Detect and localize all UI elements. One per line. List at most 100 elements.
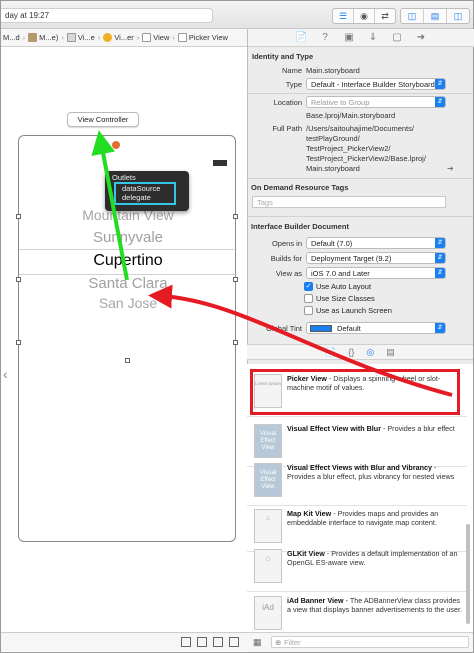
library-item-desc: - Provides a blur effect [381, 424, 455, 433]
builds-for-popup[interactable]: Deployment Target (9.2) ⇵ [306, 252, 446, 264]
pin-icon[interactable] [213, 637, 223, 647]
library-item-text: iAd Banner View - The ADBannerView class… [287, 596, 463, 614]
popup-arrow-icon: ⇵ [435, 268, 445, 278]
library-item-title: Visual Effect View with Blur [287, 424, 381, 433]
jumpbar-item[interactable]: View [140, 33, 171, 42]
view-as-value: iOS 7.0 and Later [311, 269, 370, 278]
assistant-editor-icon[interactable]: ◉ [354, 9, 375, 23]
location-label: Location [273, 98, 302, 107]
align-icon[interactable] [181, 637, 191, 647]
size-inspector-icon[interactable]: ▢ [391, 32, 403, 43]
navigator-toggle-icon[interactable]: ◫ [401, 9, 424, 23]
stack-icon[interactable] [197, 637, 207, 647]
code-snippet-library-icon[interactable]: {} [348, 347, 354, 357]
standard-editor-icon[interactable]: ☰ [333, 9, 354, 23]
library-scrollbar[interactable] [466, 524, 470, 624]
file-icon [66, 33, 76, 42]
jumpbar-item[interactable]: Picker View [176, 33, 230, 42]
object-library-icon[interactable]: ◎ [366, 347, 374, 358]
identity-section-title: Identity and Type [252, 52, 314, 61]
name-label: Name [281, 66, 302, 75]
media-library-icon[interactable]: ▤ [386, 347, 395, 358]
canvas-bottom-bar [1, 632, 247, 651]
map-kit-icon: ☷ [254, 509, 282, 543]
location-file: Base.lproj/Main.storyboard [306, 111, 396, 120]
odr-section-title: On Demand Resource Tags [251, 183, 349, 192]
tags-field[interactable]: Tags [252, 196, 446, 208]
canvas[interactable]: View Controller Mountain View Sunnyvale … [1, 48, 247, 632]
connections-inspector-icon[interactable]: ➜ [415, 32, 427, 43]
filter-field[interactable]: ⊕ Filter [271, 636, 469, 648]
divider [247, 93, 473, 94]
filter-icon: ⊕ [275, 638, 282, 647]
launch-screen-label: Use as Launch Screen [316, 306, 392, 315]
glkit-icon: ◯ [254, 549, 282, 583]
library-item-title: Map Kit View [287, 509, 332, 518]
utilities-toggle-icon[interactable]: ◫ [447, 9, 469, 23]
picker-selection-line [19, 249, 237, 250]
location-popup[interactable]: Relative to Group ⇵ [306, 96, 446, 108]
view-as-popup[interactable]: iOS 7.0 and Later ⇵ [306, 267, 446, 279]
builds-for-label: Builds for [270, 254, 302, 263]
global-tint-popup[interactable]: Default ⇵ [306, 322, 446, 334]
fullpath-line: /Users/saitouhajime/Documents/ [306, 124, 414, 133]
divider [247, 216, 473, 217]
picker-row: Sunnyvale [92, 229, 164, 246]
outlet-delegate[interactable]: delegate [116, 193, 174, 202]
jumpbar-item[interactable]: Vi...e [65, 33, 97, 42]
opens-in-value: Default (7.0) [311, 239, 353, 248]
version-editor-icon[interactable]: ⇄ [375, 9, 395, 23]
jumpbar-item[interactable]: Vi...er [101, 33, 135, 42]
library-item[interactable]: ◯ GLKit View - Provides a default implem… [247, 543, 467, 592]
resize-handle[interactable] [16, 340, 21, 345]
jumpbar-label: M...e) [39, 33, 59, 42]
fullpath-line: TestProject_PickerView2/Base.lproj/ [306, 154, 426, 163]
grid-view-icon[interactable]: ▦ [253, 637, 262, 648]
resize-handle[interactable] [125, 358, 130, 363]
library-item-thumbnail: Visual Effect View [254, 463, 282, 497]
scene-title[interactable]: View Controller [67, 112, 139, 127]
resize-handle[interactable] [233, 340, 238, 345]
jumpbar-item[interactable]: M...d [1, 33, 22, 42]
fullpath-label: Full Path [272, 124, 302, 133]
first-responder-icon[interactable] [112, 141, 120, 149]
outlets-title: Outlets [112, 173, 136, 182]
storyboard-editor: M...d › M...e) › Vi...e › Vi...er › View… [1, 29, 247, 651]
library-item-text: GLKit View - Provides a default implemen… [287, 549, 463, 567]
debug-area-toggle-icon[interactable]: ▤ [424, 9, 447, 23]
attributes-inspector-icon[interactable]: ⇓ [367, 32, 379, 43]
library-item-text: Visual Effect Views with Blur and Vibran… [287, 463, 463, 481]
auto-layout-checkbox[interactable]: ✓ [304, 282, 313, 291]
launch-screen-checkbox[interactable] [304, 306, 313, 315]
opens-in-popup[interactable]: Default (7.0) ⇵ [306, 237, 446, 249]
reveal-in-finder-icon[interactable]: ➜ [447, 164, 454, 173]
outlet-datasource[interactable]: dataSource [116, 184, 174, 193]
jumpbar-item[interactable]: M...e) [26, 33, 60, 42]
jumpbar-label: View [153, 33, 170, 42]
resolve-icon[interactable] [229, 637, 239, 647]
file-inspector-icon[interactable]: 📄 [295, 32, 307, 43]
divider [247, 178, 473, 179]
size-classes-checkbox[interactable] [304, 294, 313, 303]
chevron-left-icon[interactable]: ‹ [3, 366, 11, 382]
popup-arrow-icon: ⇵ [435, 238, 445, 248]
file-template-library-icon[interactable]: 📄 [325, 347, 336, 358]
quick-help-icon[interactable]: ? [319, 32, 331, 43]
jump-bar: M...d › M...e) › Vi...e › Vi...er › View… [1, 29, 247, 47]
library-item[interactable]: iAd iAd Banner View - The ADBannerView c… [247, 590, 467, 636]
view-controller-icon [103, 33, 113, 42]
type-popup[interactable]: Default - Interface Builder Storyboard ⇵ [306, 78, 446, 90]
identity-inspector-icon[interactable]: ▣ [343, 32, 355, 43]
builds-for-value: Deployment Target (9.2) [311, 254, 392, 263]
view-controller-icon[interactable] [101, 141, 109, 149]
popup-arrow-icon: ⇵ [435, 97, 445, 107]
picker-view-highlight-box [250, 369, 460, 415]
jumpbar-label: Vi...er [114, 33, 134, 42]
picker-row: San Jose [98, 295, 158, 311]
location-value: Relative to Group [311, 98, 370, 107]
fullpath-value: /Users/saitouhajime/Documents/ testPlayG… [306, 124, 426, 174]
battery-icon [213, 160, 227, 166]
name-value[interactable]: Main.storyboard [306, 66, 360, 75]
library-item[interactable]: Visual Effect View Visual Effect Views w… [247, 457, 467, 506]
toolbar: day at 19:27 ☰ ◉ ⇄ ◫ ▤ ◫ [1, 1, 473, 29]
